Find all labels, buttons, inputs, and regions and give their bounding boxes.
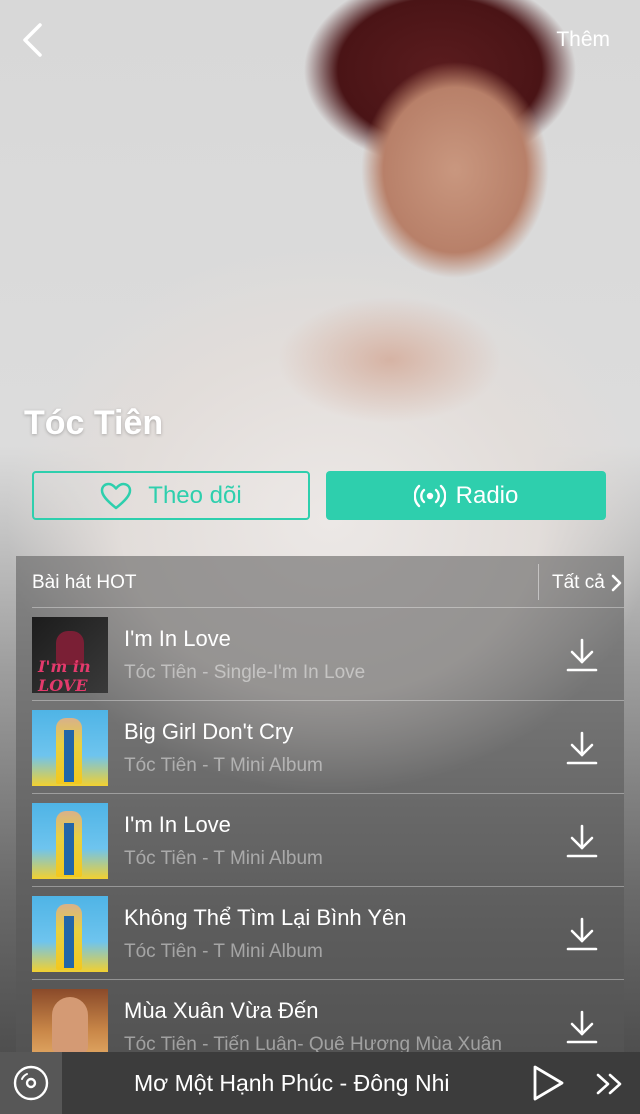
song-title: I'm In Love	[124, 812, 231, 837]
top-bar: Thêm	[0, 0, 640, 80]
song-row[interactable]: Big Girl Don't Cry Tóc Tiên - T Mini Alb…	[32, 701, 624, 794]
back-button[interactable]	[18, 22, 52, 62]
album-art	[32, 896, 108, 972]
download-icon	[566, 638, 598, 672]
song-title: Không Thể Tìm Lại Bình Yên	[124, 905, 407, 930]
mini-player: Mơ Một Hạnh Phúc - Đông Nhi	[0, 1052, 640, 1114]
song-subtitle: Tóc Tiên - T Mini Album	[124, 755, 323, 776]
song-row[interactable]: Không Thể Tìm Lại Bình Yên Tóc Tiên - T …	[32, 887, 624, 980]
song-title: Mùa Xuân Vừa Đến	[124, 998, 319, 1023]
artist-name: Tóc Tiên	[24, 404, 164, 442]
heart-icon	[101, 482, 132, 509]
song-subtitle: Tóc Tiên - Single-I'm In Love	[124, 662, 366, 683]
chevron-left-icon	[23, 23, 42, 57]
album-art	[32, 710, 108, 786]
hot-songs-header: Bài hát HOT Tất cả	[32, 556, 624, 608]
disc-button[interactable]	[0, 1052, 62, 1114]
radio-label: Radio	[455, 481, 519, 509]
chevron-right-icon	[611, 574, 622, 592]
album-art	[32, 803, 108, 879]
follow-label: Theo dõi	[148, 481, 242, 509]
now-playing-title[interactable]: Mơ Một Hạnh Phúc - Đông Nhi	[134, 1070, 450, 1097]
download-button[interactable]	[566, 638, 598, 672]
see-all-label: Tất cả	[552, 572, 605, 593]
download-button[interactable]	[566, 731, 598, 765]
hot-songs-panel: Bài hát HOT Tất cả I'm in LOVE I'm In Lo…	[16, 556, 624, 1065]
download-button[interactable]	[566, 824, 598, 858]
song-row[interactable]: I'm In Love Tóc Tiên - T Mini Album	[32, 794, 624, 887]
fast-forward-icon	[596, 1073, 622, 1095]
header-divider	[538, 564, 539, 600]
disc-icon	[13, 1065, 49, 1101]
download-button[interactable]	[566, 917, 598, 951]
follow-button[interactable]: Theo dõi	[32, 471, 310, 520]
download-icon	[566, 824, 598, 858]
download-icon	[566, 917, 598, 951]
play-button[interactable]	[530, 1064, 566, 1102]
play-icon	[533, 1065, 564, 1101]
download-button[interactable]	[566, 1010, 598, 1044]
song-title: Big Girl Don't Cry	[124, 719, 294, 744]
download-icon	[566, 731, 598, 765]
next-button[interactable]	[596, 1073, 624, 1095]
album-art: I'm in LOVE	[32, 617, 108, 693]
radio-button[interactable]: Radio	[326, 471, 606, 520]
song-row[interactable]: I'm in LOVE I'm In Love Tóc Tiên - Singl…	[32, 608, 624, 701]
more-button[interactable]: Thêm	[556, 28, 610, 52]
song-title: I'm In Love	[124, 626, 231, 651]
see-all-button[interactable]: Tất cả	[552, 572, 623, 594]
hot-songs-title: Bài hát HOT	[32, 572, 137, 593]
song-subtitle: Tóc Tiên - T Mini Album	[124, 848, 323, 869]
song-subtitle: Tóc Tiên - T Mini Album	[124, 941, 323, 962]
radio-broadcast-icon	[413, 484, 446, 507]
download-icon	[566, 1010, 598, 1044]
